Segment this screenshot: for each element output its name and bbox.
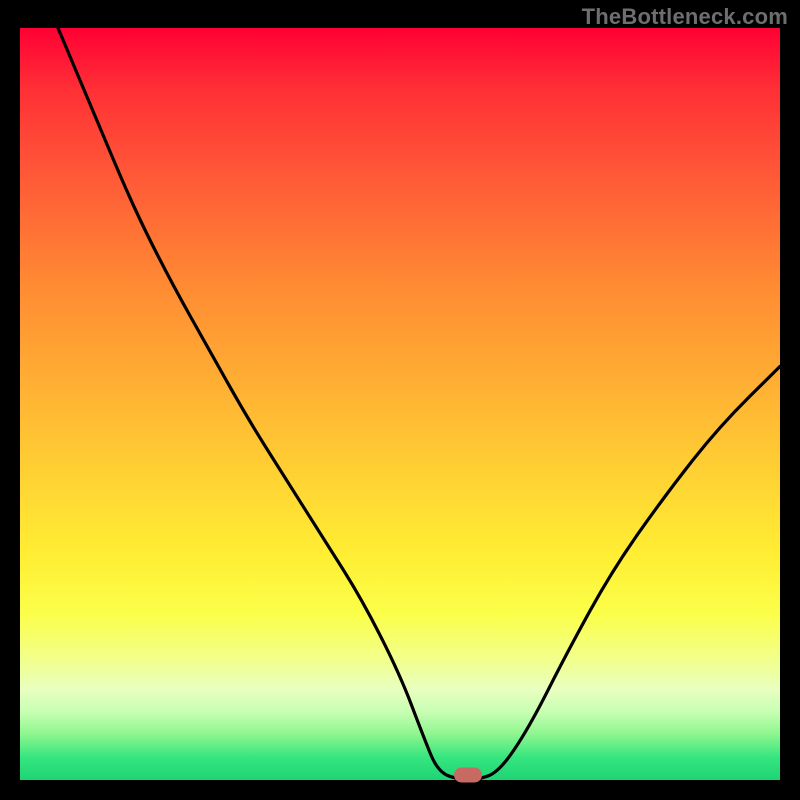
watermark-label: TheBottleneck.com — [582, 4, 788, 30]
plot-area — [20, 28, 780, 780]
minimum-marker — [454, 768, 482, 783]
bottleneck-curve — [20, 28, 780, 780]
chart-frame: TheBottleneck.com — [0, 0, 800, 800]
